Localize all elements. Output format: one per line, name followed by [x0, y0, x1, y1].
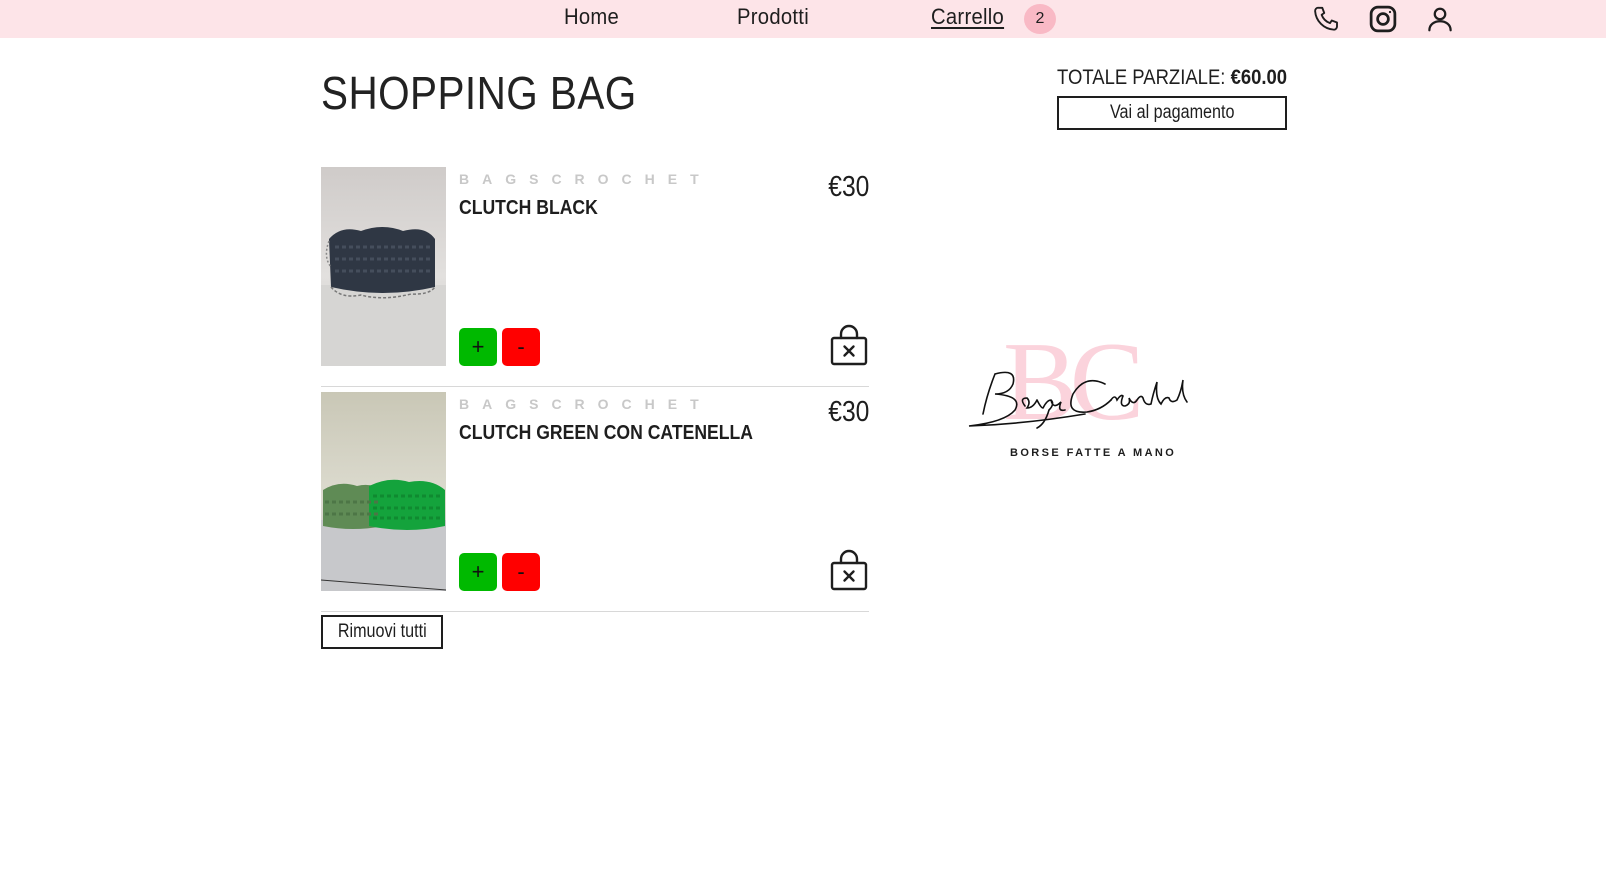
- decrease-quantity-button[interactable]: -: [502, 553, 540, 591]
- increase-quantity-button[interactable]: +: [459, 328, 497, 366]
- subtotal: TOTALE PARZIALE: €60.00: [1057, 66, 1287, 90]
- nav-cart-link[interactable]: Carrello: [931, 4, 1004, 30]
- item-brand: BAGSCROCHET: [459, 171, 712, 187]
- checkout-button[interactable]: Vai al pagamento: [1057, 96, 1287, 130]
- cart-item: BAGSCROCHET CLUTCH BLACK €30 + -: [321, 167, 869, 387]
- top-navbar: Home Prodotti Carrello 2: [0, 0, 1606, 38]
- increase-quantity-button[interactable]: +: [459, 553, 497, 591]
- checkout-label: Vai al pagamento: [1109, 102, 1235, 123]
- remove-all-label: Rimuovi tutti: [337, 621, 427, 642]
- nav-home-link[interactable]: Home: [564, 4, 619, 30]
- instagram-icon[interactable]: [1368, 4, 1398, 34]
- item-name: CLUTCH GREEN CON CATENELLA: [459, 422, 753, 444]
- logo-script-signature: [968, 371, 1188, 429]
- phone-icon[interactable]: [1312, 4, 1342, 34]
- remove-all-button[interactable]: Rimuovi tutti: [321, 615, 443, 649]
- logo-tagline: BORSE FATTE A MANO: [1010, 447, 1177, 459]
- item-price: €30: [827, 171, 869, 203]
- nav-products-link[interactable]: Prodotti: [737, 4, 809, 30]
- remove-from-bag-icon[interactable]: [829, 324, 869, 366]
- subtotal-label: TOTALE PARZIALE:: [1057, 66, 1226, 89]
- cart-item: BAGSCROCHET CLUTCH GREEN CON CATENELLA €…: [321, 392, 869, 612]
- user-icon[interactable]: [1425, 4, 1455, 34]
- remove-from-bag-icon[interactable]: [829, 549, 869, 591]
- page-title: SHOPPING BAG: [321, 67, 637, 119]
- item-price: €30: [827, 396, 869, 428]
- item-brand: BAGSCROCHET: [459, 396, 712, 412]
- subtotal-value: €60.00: [1230, 66, 1288, 89]
- product-image[interactable]: [321, 167, 446, 366]
- decrease-quantity-button[interactable]: -: [502, 328, 540, 366]
- product-image[interactable]: [321, 392, 446, 591]
- item-name: CLUTCH BLACK: [459, 197, 598, 219]
- brand-logo: BC BORSE FATTE A MANO: [965, 326, 1195, 470]
- cart-count-badge: 2: [1024, 4, 1056, 34]
